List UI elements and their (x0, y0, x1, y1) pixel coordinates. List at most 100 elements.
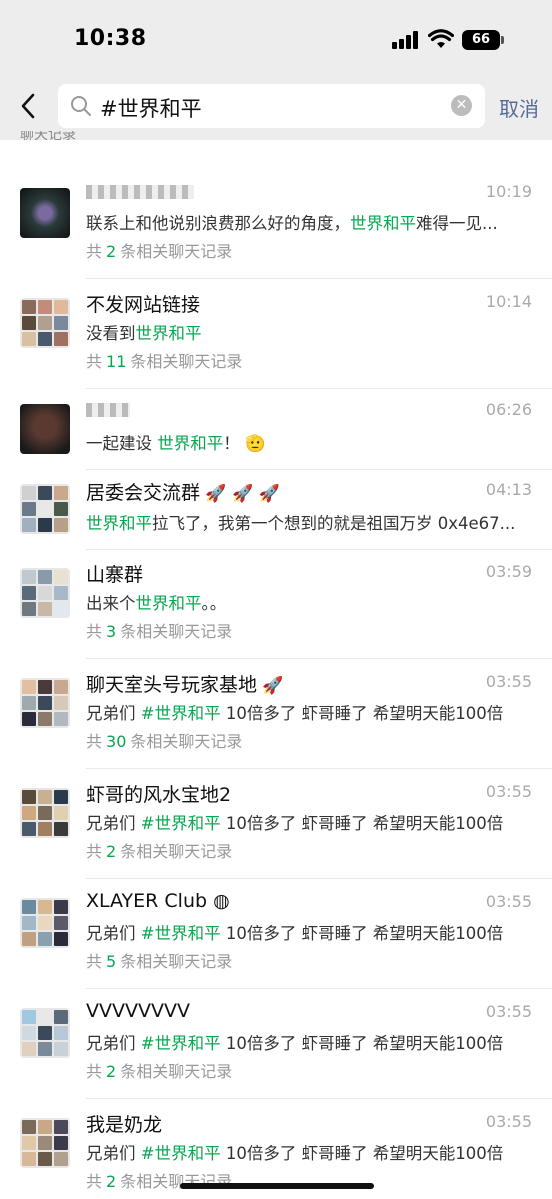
keyword-highlight: #世界和平 (140, 924, 221, 943)
message-text: 兄弟们 (86, 1144, 141, 1163)
avatar (20, 788, 70, 838)
result-message: 兄弟们 #世界和平 10倍多了 虾哥睡了 希望明天能100倍 (86, 1140, 503, 1164)
search-result-row[interactable]: 不发网站链接 10:14 没看到世界和平共 11 条相关聊天记录 (0, 280, 552, 390)
cancel-button[interactable]: 取消 (499, 93, 539, 122)
count-number: 11 (106, 352, 127, 371)
result-name: 山寨群 (86, 560, 143, 587)
message-text: 兄弟们 (86, 814, 141, 833)
clear-icon[interactable]: ✕ (451, 95, 472, 116)
result-time: 03:59 (485, 562, 532, 581)
count-suffix: 条相关聊天记录 (120, 1062, 233, 1081)
result-message: 一起建设 世界和平！ 🫡 (86, 430, 266, 454)
result-name-text: 聊天室头号玩家基地 (86, 674, 258, 696)
message-text: 10倍多了 虾哥睡了 希望明天能100倍 (220, 1144, 504, 1163)
search-input[interactable]: #世界和平 (100, 93, 202, 123)
message-text: 联系上和他说别浪费那么好的角度， (86, 214, 350, 233)
result-name: 聊天室头号玩家基地 🚀 (86, 670, 284, 697)
result-time: 03:55 (485, 1112, 532, 1131)
message-text: 10倍多了 虾哥睡了 希望明天能100倍 (220, 814, 504, 833)
section-title: 聊天记录 (20, 131, 76, 143)
count-suffix: 条相关聊天记录 (120, 952, 233, 971)
result-time: 03:55 (485, 782, 532, 801)
result-count: 共 2 条相关聊天记录 (86, 838, 232, 862)
result-name-text: 我是奶龙 (86, 1114, 163, 1136)
search-result-row[interactable]: 山寨群 03:59 出来个世界和平。。共 3 条相关聊天记录 (0, 550, 552, 660)
count-number: 2 (106, 1172, 117, 1191)
avatar (20, 188, 70, 238)
result-name: VVVVVVVV (86, 1000, 190, 1022)
battery-tip (501, 36, 504, 44)
result-time: 10:14 (485, 292, 532, 311)
count-number: 3 (106, 622, 117, 641)
status-time: 10:38 (74, 26, 147, 51)
result-name-text: VVVVVVVV (86, 1000, 190, 1022)
keyword-highlight: 世界和平 (157, 434, 224, 453)
avatar (20, 678, 70, 728)
search-result-row[interactable]: VVVVVVVV 03:55 兄弟们 #世界和平 10倍多了 虾哥睡了 希望明天能1… (0, 990, 552, 1100)
avatar (20, 568, 70, 618)
result-message: 没看到世界和平 (86, 320, 202, 344)
keyword-highlight: #世界和平 (140, 704, 221, 723)
count-suffix: 条相关聊天记录 (130, 352, 243, 371)
message-text: 拉飞了，我第一个想到的就是祖国万岁 0x4e67... (152, 514, 516, 533)
message-text: 10倍多了 虾哥睡了 希望明天能100倍 (220, 704, 504, 723)
result-name-text: 不发网站链接 (86, 294, 201, 316)
result-time: 03:55 (485, 672, 532, 691)
result-count: 共 11 条相关聊天记录 (86, 348, 242, 372)
message-text: 兄弟们 (86, 924, 141, 943)
keyword-highlight: 世界和平 (86, 514, 152, 533)
disco-ball-icon: ◍ (207, 890, 230, 912)
avatar (20, 1118, 70, 1168)
count-number: 5 (106, 952, 117, 971)
result-time: 04:13 (485, 480, 532, 499)
message-text: ！ (223, 434, 240, 453)
count-prefix: 共 (86, 732, 103, 751)
count-number: 30 (106, 732, 127, 751)
keyword-highlight: 世界和平 (350, 214, 416, 233)
result-time: 03:55 (485, 892, 532, 911)
result-name-text: 虾哥的风水宝地2 (86, 784, 232, 806)
result-count: 共 30 条相关聊天记录 (86, 728, 242, 752)
result-count: 共 2 条相关聊天记录 (86, 238, 232, 262)
row-divider (86, 658, 552, 659)
battery-indicator: 66 (462, 30, 500, 50)
search-result-row[interactable]: 虾哥的风水宝地2 03:55 兄弟们 #世界和平 10倍多了 虾哥睡了 希望明天能1… (0, 770, 552, 880)
hand-emoji-icon: 🫡 (239, 434, 266, 453)
message-text: 兄弟们 (86, 704, 141, 723)
row-divider (86, 388, 552, 389)
count-number: 2 (106, 842, 117, 861)
result-name (86, 398, 130, 420)
message-text: 一起建设 (86, 434, 158, 453)
avatar (20, 404, 70, 454)
avatar (20, 484, 70, 534)
avatar (20, 298, 70, 348)
result-message: 兄弟们 #世界和平 10倍多了 虾哥睡了 希望明天能100倍 (86, 700, 503, 724)
count-prefix: 共 (86, 842, 103, 861)
row-divider (86, 768, 552, 769)
count-prefix: 共 (86, 952, 103, 971)
count-number: 2 (106, 1062, 117, 1081)
redacted-name (86, 184, 194, 199)
chevron-left-icon[interactable] (18, 92, 40, 120)
result-message: 兄弟们 #世界和平 10倍多了 虾哥睡了 希望明天能100倍 (86, 1030, 503, 1054)
search-result-row[interactable]: 10:19 联系上和他说别浪费那么好的角度，世界和平难得一见... 共 2 条相关聊天记… (0, 170, 552, 280)
message-text: 难得一见... (416, 214, 498, 233)
message-text: 兄弟们 (86, 1034, 141, 1053)
message-text: 。。 (201, 594, 227, 613)
count-prefix: 共 (86, 1172, 103, 1191)
search-result-row[interactable]: XLAYER Club ◍ 03:55 兄弟们 #世界和平 10倍多了 虾哥睡了 希… (0, 880, 552, 990)
count-suffix: 条相关聊天记录 (120, 842, 233, 861)
row-divider (86, 278, 552, 279)
result-message: 世界和平拉飞了，我第一个想到的就是祖国万岁 0x4e67... (86, 510, 515, 534)
result-message: 兄弟们 #世界和平 10倍多了 虾哥睡了 希望明天能100倍 (86, 920, 503, 944)
result-count: 共 2 条相关聊天记录 (86, 1058, 232, 1082)
search-field[interactable]: #世界和平 ✕ (58, 84, 485, 128)
result-time: 03:55 (485, 1002, 532, 1021)
result-name: 居委会交流群 🚀 🚀 🚀 (86, 478, 280, 505)
search-result-row[interactable]: 聊天室头号玩家基地 🚀 03:55 兄弟们 #世界和平 10倍多了 虾哥睡了 希望明… (0, 660, 552, 770)
result-name-text: 居委会交流群 (86, 482, 201, 504)
result-name: 不发网站链接 (86, 290, 200, 317)
result-name: XLAYER Club ◍ (86, 890, 230, 912)
result-message: 出来个世界和平。。 (86, 590, 226, 614)
result-message: 联系上和他说别浪费那么好的角度，世界和平难得一见... (86, 210, 498, 234)
